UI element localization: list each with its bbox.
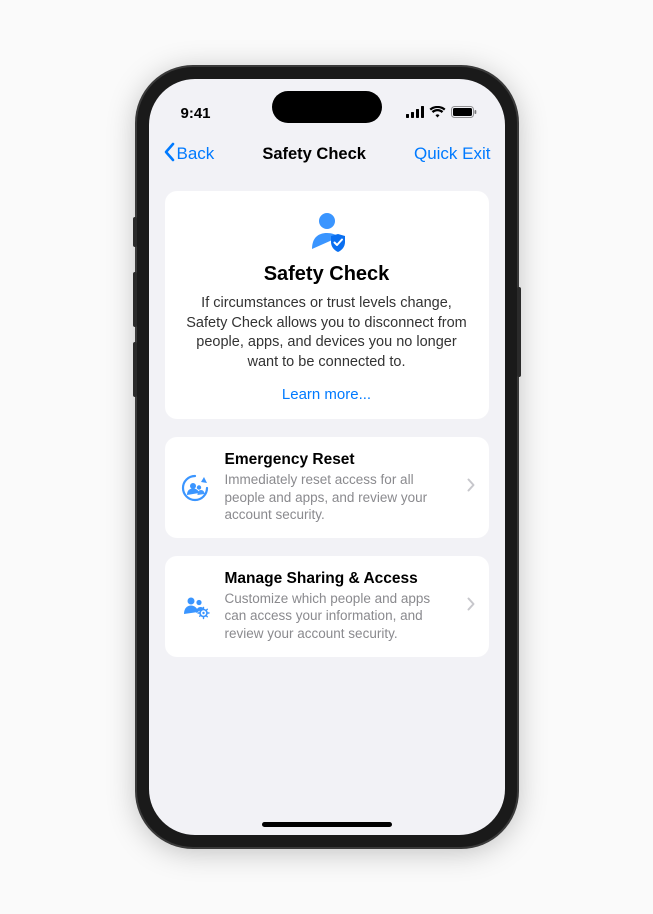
emergency-reset-title: Emergency Reset	[225, 451, 453, 469]
emergency-reset-text: Emergency Reset Immediately reset access…	[225, 451, 453, 524]
status-time: 9:41	[181, 105, 211, 122]
battery-icon	[451, 105, 477, 122]
wifi-icon	[429, 105, 446, 122]
emergency-reset-row[interactable]: Emergency Reset Immediately reset access…	[165, 437, 489, 538]
manage-sharing-row[interactable]: Manage Sharing & Access Customize which …	[165, 556, 489, 657]
page-title: Safety Check	[262, 145, 366, 164]
nav-bar: Back Safety Check Quick Exit	[149, 133, 505, 175]
volume-up-button	[133, 272, 137, 327]
cellular-icon	[406, 105, 424, 122]
status-right	[406, 105, 477, 122]
emergency-reset-icon	[179, 473, 211, 503]
manage-sharing-description: Customize which people and apps can acce…	[225, 590, 453, 643]
intro-title: Safety Check	[183, 263, 471, 286]
chevron-right-icon	[467, 597, 475, 616]
volume-down-button	[133, 342, 137, 397]
manage-sharing-text: Manage Sharing & Access Customize which …	[225, 570, 453, 643]
home-indicator[interactable]	[262, 822, 392, 827]
back-button[interactable]: Back	[163, 142, 215, 167]
manage-sharing-title: Manage Sharing & Access	[225, 570, 453, 588]
back-label: Back	[177, 144, 215, 164]
safety-check-icon	[183, 209, 471, 253]
phone-frame: 9:41 Back Safety Check Qu	[137, 67, 517, 847]
quick-exit-button[interactable]: Quick Exit	[414, 144, 491, 164]
intro-card: Safety Check If circumstances or trust l…	[165, 191, 489, 419]
mute-switch	[133, 217, 137, 247]
manage-sharing-icon	[179, 591, 211, 621]
chevron-right-icon	[467, 478, 475, 497]
learn-more-link[interactable]: Learn more...	[183, 386, 471, 403]
chevron-left-icon	[163, 142, 175, 167]
content: Safety Check If circumstances or trust l…	[149, 175, 505, 835]
dynamic-island	[272, 91, 382, 123]
intro-description: If circumstances or trust levels change,…	[183, 294, 471, 372]
emergency-reset-description: Immediately reset access for all people …	[225, 471, 453, 524]
screen: 9:41 Back Safety Check Qu	[149, 79, 505, 835]
power-button	[517, 287, 521, 377]
